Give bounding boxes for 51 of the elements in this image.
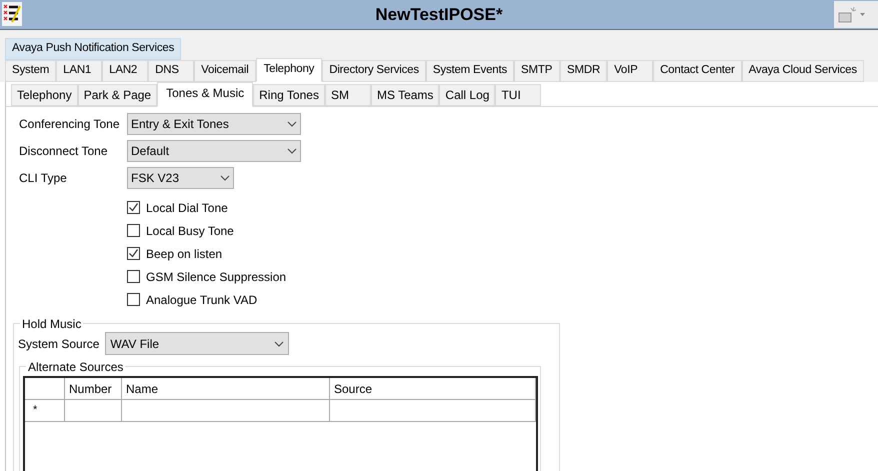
checkbox[interactable]: [127, 201, 140, 214]
dropdown[interactable]: FSK V23: [127, 167, 234, 189]
field-label: Conferencing Tone: [19, 116, 121, 133]
column-header[interactable]: Number: [65, 378, 122, 399]
tab[interactable]: MS Teams: [370, 84, 440, 106]
field-label: Disconnect Tone: [19, 143, 108, 160]
chevron-down-icon: [274, 340, 284, 346]
checkbox-label: Local Dial Tone: [146, 200, 228, 216]
tab[interactable]: LAN2: [102, 60, 148, 82]
checkbox-label: Beep on listen: [146, 246, 222, 262]
tab[interactable]: DNS: [148, 60, 194, 82]
tab[interactable]: SM: [324, 84, 371, 106]
checkbox-label: Local Busy Tone: [146, 222, 234, 240]
tab[interactable]: LAN1: [56, 60, 102, 82]
tab[interactable]: Telephony: [256, 58, 322, 82]
tab[interactable]: Avaya Push Notification Services: [5, 38, 182, 60]
chevron-down-icon: [220, 175, 230, 181]
checkbox[interactable]: [127, 293, 140, 306]
tab[interactable]: TUI: [495, 84, 542, 106]
checkbox[interactable]: [127, 270, 140, 283]
tab[interactable]: SMTP: [514, 60, 560, 82]
checkbox-label: GSM Silence Suppression: [146, 268, 286, 286]
checkbox[interactable]: [127, 224, 140, 237]
checkbox[interactable]: [127, 247, 140, 260]
checkbox-label: Analogue Trunk VAD: [146, 292, 258, 308]
dropdown[interactable]: Entry & Exit Tones: [127, 113, 301, 135]
tab[interactable]: Ring Tones: [253, 84, 325, 106]
chevron-down-icon: [287, 121, 297, 127]
tab[interactable]: Directory Services: [322, 60, 426, 82]
tab[interactable]: Telephony: [11, 84, 78, 106]
tab[interactable]: Park & Page: [78, 84, 158, 106]
dropdown[interactable]: WAV File: [105, 332, 290, 355]
tab[interactable]: Tones & Music: [157, 82, 254, 107]
tab[interactable]: VoIP: [607, 60, 654, 82]
tab[interactable]: System Events: [426, 60, 514, 82]
column-header[interactable]: Name: [122, 378, 330, 399]
dropdown[interactable]: Default: [127, 140, 301, 162]
app-logo-icon: [2, 2, 22, 26]
column-header[interactable]: Source: [330, 378, 536, 399]
tab[interactable]: Contact Center: [653, 60, 742, 82]
field-label: CLI Type: [19, 170, 68, 187]
tab[interactable]: SMDR: [560, 60, 608, 82]
device-spark-icon: [837, 6, 857, 24]
caret-icon: [860, 13, 865, 16]
tab[interactable]: Call Log: [439, 84, 496, 106]
tab[interactable]: Avaya Cloud Services: [742, 60, 864, 82]
chevron-down-icon: [287, 148, 297, 154]
field-label: System Source: [18, 336, 100, 352]
tab[interactable]: Voicemail: [194, 60, 256, 82]
window-title: NewTestIPOSE*: [375, 4, 503, 26]
tab[interactable]: System: [5, 60, 56, 82]
